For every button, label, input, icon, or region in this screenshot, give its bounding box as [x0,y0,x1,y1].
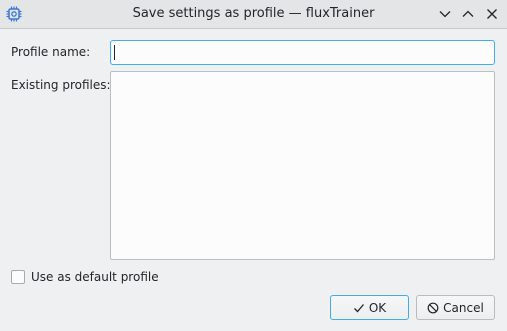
minimize-button[interactable] [437,6,453,22]
close-button[interactable] [484,6,500,22]
chevron-down-icon [439,11,451,18]
cancel-button-label: Cancel [443,300,484,315]
profile-name-input[interactable] [110,40,495,65]
checkmark-icon [353,303,364,312]
maximize-button[interactable] [460,6,476,22]
close-icon [487,9,497,19]
ok-button[interactable]: OK [330,295,409,320]
default-profile-label[interactable]: Use as default profile [31,270,159,284]
existing-profiles-label: Existing profiles: [11,78,111,92]
title-bar[interactable]: Save settings as profile — fluxTrainer [0,0,507,29]
default-profile-checkbox[interactable] [11,270,25,284]
window-title: Save settings as profile — fluxTrainer [132,6,375,21]
ok-button-label: OK [368,300,387,315]
existing-profiles-list[interactable] [110,71,495,260]
dialog-window: Save settings as profile — fluxTrainer P… [0,0,507,331]
profile-name-label: Profile name: [11,45,91,59]
text-caret [114,45,115,60]
cancel-circle-icon [427,302,439,313]
cancel-button[interactable]: Cancel [416,295,495,320]
chevron-up-icon [462,10,474,17]
